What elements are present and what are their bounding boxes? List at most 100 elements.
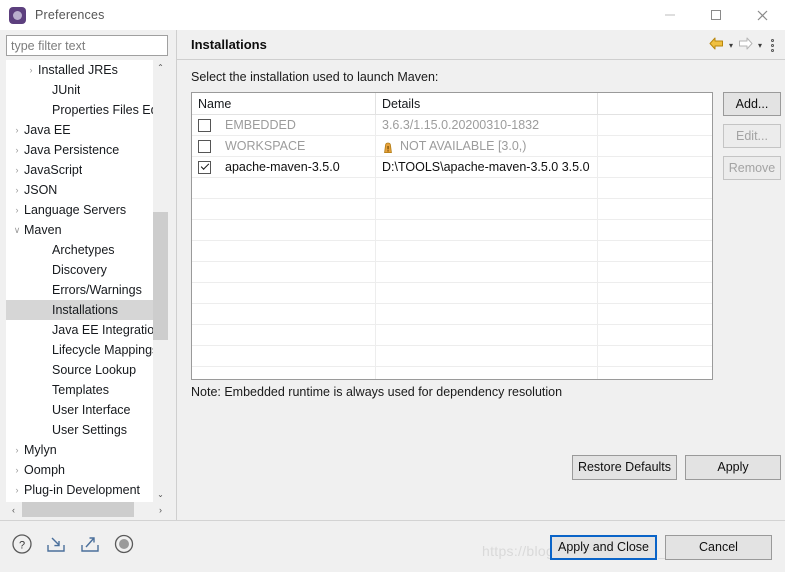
sidebar-item-user-interface[interactable]: User Interface xyxy=(6,400,153,420)
scroll-up-icon[interactable]: ⌃ xyxy=(153,60,168,75)
import-icon[interactable] xyxy=(44,532,68,556)
help-icon[interactable]: ? xyxy=(10,532,34,556)
sidebar-item-json[interactable]: › JSON xyxy=(6,180,153,200)
chevron-right-icon[interactable]: › xyxy=(10,120,24,140)
forward-arrow-icon[interactable] xyxy=(738,37,753,53)
sidebar-item-junit[interactable]: JUnit xyxy=(6,80,153,100)
sidebar-item-label: JUnit xyxy=(52,83,81,97)
sidebar-item-javascript[interactable]: › JavaScript xyxy=(6,160,153,180)
table-empty-cell xyxy=(598,367,712,379)
sidebar-item-archetypes[interactable]: Archetypes xyxy=(6,240,153,260)
installation-name: WORKSPACE xyxy=(225,138,306,153)
chevron-right-icon[interactable]: › xyxy=(10,460,24,480)
installation-name: EMBEDDED xyxy=(225,117,296,132)
view-menu-icon[interactable] xyxy=(771,38,774,52)
table-empty-cell xyxy=(598,283,712,303)
forward-history-caret-icon[interactable]: ▾ xyxy=(758,41,762,50)
table-row[interactable]: apache-maven-3.5.0 D:\TOOLS\apache-maven-… xyxy=(192,157,712,178)
sidebar-item-label: JavaScript xyxy=(24,163,83,177)
table-column-header[interactable] xyxy=(598,93,712,114)
filter-input[interactable]: type filter text xyxy=(6,35,168,56)
export-icon[interactable] xyxy=(78,532,102,556)
table-empty-cell xyxy=(376,367,598,379)
table-empty-cell xyxy=(598,199,712,219)
sidebar-item-errors-warnings[interactable]: Errors/Warnings xyxy=(6,280,153,300)
table-empty-cell xyxy=(376,220,598,240)
sidebar-item-label: Mylyn xyxy=(24,443,57,457)
sidebar-item-discovery[interactable]: Discovery xyxy=(6,260,153,280)
sidebar-item-mylyn[interactable]: › Mylyn xyxy=(6,440,153,460)
scroll-left-icon[interactable]: ‹ xyxy=(6,502,21,517)
sidebar-item-label: Installations xyxy=(52,303,119,317)
sidebar-item-label: Templates xyxy=(52,383,109,397)
page-description: Select the installation used to launch M… xyxy=(191,70,439,84)
sidebar-item-java-ee-integration[interactable]: Java EE Integration xyxy=(6,320,153,340)
sidebar-item-label: Oomph xyxy=(24,463,65,477)
table-empty-cell xyxy=(192,178,376,198)
table-row[interactable]: WORKSPACE NOT AVAILABLE [3.0,) xyxy=(192,136,712,157)
chevron-right-icon[interactable]: › xyxy=(24,60,38,80)
apply-and-close-button[interactable]: Apply and Close xyxy=(550,535,657,560)
add-button[interactable]: Add... xyxy=(723,92,781,116)
sidebar-item-language-servers[interactable]: › Language Servers xyxy=(6,200,153,220)
hscroll-thumb[interactable] xyxy=(22,502,134,517)
sidebar-item-maven[interactable]: ∨ Maven xyxy=(6,220,153,240)
minimize-icon[interactable] xyxy=(647,0,693,30)
sidebar-item-java-persistence[interactable]: › Java Persistence xyxy=(6,140,153,160)
tree-horizontal-scrollbar[interactable]: ‹ › xyxy=(6,502,168,517)
sidebar-item-lifecycle-mappings[interactable]: Lifecycle Mappings xyxy=(6,340,153,360)
row-checkbox[interactable] xyxy=(198,139,211,153)
restore-defaults-button[interactable]: Restore Defaults xyxy=(572,455,677,480)
row-checkbox[interactable] xyxy=(198,118,211,132)
table-cell-name: WORKSPACE xyxy=(192,136,376,156)
sidebar-item-installed-jres[interactable]: › Installed JREs xyxy=(6,60,153,80)
chevron-right-icon[interactable]: › xyxy=(10,480,24,500)
page-nav-icons: ▾ ▾ xyxy=(704,30,777,60)
table-empty-cell xyxy=(376,346,598,366)
sidebar-item-oomph[interactable]: › Oomph xyxy=(6,460,153,480)
table-empty-cell xyxy=(192,283,376,303)
table-row[interactable]: EMBEDDED 3.6.3/1.15.0.20200310-1832 xyxy=(192,115,712,136)
chevron-right-icon[interactable]: › xyxy=(10,160,24,180)
chevron-right-icon[interactable]: › xyxy=(10,180,24,200)
chevron-right-icon[interactable]: › xyxy=(10,440,24,460)
chevron-down-icon[interactable]: ∨ xyxy=(10,220,24,240)
sidebar-item-user-settings[interactable]: User Settings xyxy=(6,420,153,440)
sidebar-item-java-ee[interactable]: › Java EE xyxy=(6,120,153,140)
sidebar-item-label: Plug-in Development xyxy=(24,483,141,497)
table-empty-row xyxy=(192,325,712,346)
table-cell-details: D:\TOOLS\apache-maven-3.5.0 3.5.0 xyxy=(376,157,598,177)
maximize-icon[interactable] xyxy=(693,0,739,30)
sidebar-item-installations[interactable]: Installations xyxy=(6,300,153,320)
table-column-header[interactable]: Details xyxy=(376,93,598,114)
chevron-right-icon[interactable]: › xyxy=(10,140,24,160)
row-checkbox[interactable] xyxy=(198,160,211,174)
table-column-header[interactable]: Name xyxy=(192,93,376,114)
scroll-right-icon[interactable]: › xyxy=(153,502,168,517)
table-empty-row xyxy=(192,241,712,262)
table-empty-row xyxy=(192,199,712,220)
preferences-sidebar: type filter text › Installed JREs JUnit Pro… xyxy=(0,30,176,520)
cancel-button[interactable]: Cancel xyxy=(665,535,772,560)
tree-vertical-scrollbar[interactable]: ⌃ ⌄ xyxy=(153,60,168,502)
table-cell-details: 3.6.3/1.15.0.20200310-1832 xyxy=(376,115,598,135)
back-history-caret-icon[interactable]: ▾ xyxy=(729,41,733,50)
window-title: Preferences xyxy=(35,8,105,22)
table-empty-cell xyxy=(192,367,376,379)
apply-button[interactable]: Apply xyxy=(685,455,781,480)
scroll-thumb[interactable] xyxy=(153,212,168,340)
circle-icon[interactable] xyxy=(112,532,136,556)
close-icon[interactable] xyxy=(739,0,785,30)
preferences-tree[interactable]: › Installed JREs JUnit Properties Files Edi… xyxy=(6,60,153,502)
sidebar-item-label: Discovery xyxy=(52,263,107,277)
sidebar-item-templates[interactable]: Templates xyxy=(6,380,153,400)
sidebar-item-label: Java EE Integration xyxy=(52,323,153,337)
chevron-right-icon[interactable]: › xyxy=(10,200,24,220)
sidebar-item-plug-in-development[interactable]: › Plug-in Development xyxy=(6,480,153,500)
sidebar-item-label: Java EE xyxy=(24,123,71,137)
sidebar-item-source-lookup[interactable]: Source Lookup xyxy=(6,360,153,380)
installations-table[interactable]: Name Details EMBEDDED 3.6.3/1.15.0.2020031… xyxy=(191,92,713,380)
sidebar-item-properties-files-edi[interactable]: Properties Files Edi xyxy=(6,100,153,120)
scroll-down-icon[interactable]: ⌄ xyxy=(153,487,168,502)
back-arrow-icon[interactable] xyxy=(709,37,724,53)
